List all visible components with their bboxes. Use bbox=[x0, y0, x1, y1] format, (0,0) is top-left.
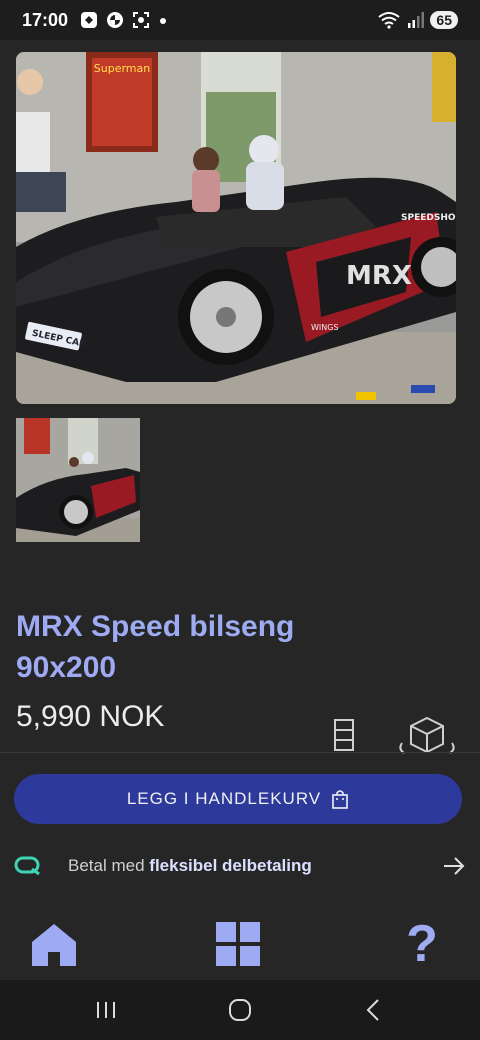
installment-label: Betal med fleksibel delbetaling bbox=[68, 856, 312, 876]
home-button-icon[interactable] bbox=[226, 996, 254, 1024]
3d-view-icon[interactable] bbox=[396, 715, 458, 757]
divider bbox=[0, 752, 480, 753]
car-sponsor-text: SPEEDSHOP bbox=[401, 213, 456, 223]
add-to-cart-button[interactable]: LEGG I HANDLEKURV bbox=[14, 774, 462, 824]
bereal-icon bbox=[81, 12, 98, 28]
car-bed-thumbnail bbox=[16, 418, 140, 542]
arrow-right-icon bbox=[444, 857, 465, 875]
car-logo-text: MRX bbox=[346, 261, 412, 291]
screenshot-icon bbox=[133, 12, 150, 28]
wifi-icon bbox=[378, 12, 401, 29]
stack-icon[interactable] bbox=[333, 718, 357, 752]
bottom-tab-bar: ? bbox=[0, 904, 480, 980]
add-to-cart-label: LEGG I HANDLEKURV bbox=[126, 789, 322, 808]
car-bed-illustration: Superman MRX SPEEDSHOP WINGS SLEEP CAR bbox=[16, 52, 456, 404]
installment-link[interactable]: Betal med fleksibel delbetaling bbox=[14, 846, 466, 886]
status-time: 17:00 bbox=[22, 9, 69, 30]
back-icon[interactable] bbox=[360, 996, 388, 1024]
bmw-icon bbox=[107, 12, 124, 28]
signal-icon bbox=[408, 12, 425, 28]
installment-bold: fleksibel delbetaling bbox=[149, 856, 312, 875]
product-main-image[interactable]: Superman MRX SPEEDSHOP WINGS SLEEP CAR bbox=[16, 52, 456, 404]
recent-apps-icon[interactable] bbox=[92, 996, 120, 1024]
poster-title: Superman bbox=[94, 62, 150, 75]
installment-prefix: Betal med bbox=[68, 856, 145, 875]
status-icons bbox=[80, 11, 168, 29]
car-wings-text: WINGS bbox=[311, 323, 339, 332]
tab-home[interactable] bbox=[30, 920, 78, 968]
product-title: MRX Speed bilseng 90x200 bbox=[16, 610, 295, 684]
battery-indicator: 65 bbox=[430, 11, 458, 29]
shopping-bag-icon bbox=[332, 790, 348, 809]
product-thumbnail[interactable] bbox=[16, 418, 140, 542]
system-nav-bar bbox=[0, 980, 480, 1040]
installment-brand-icon bbox=[14, 856, 40, 876]
product-price: 5,990 NOK bbox=[16, 700, 165, 733]
question-icon[interactable]: ? bbox=[398, 918, 446, 970]
tab-categories[interactable] bbox=[214, 920, 262, 968]
status-bar: 17:00 65 bbox=[0, 0, 480, 40]
dot-icon bbox=[160, 18, 167, 24]
grid-icon bbox=[216, 922, 260, 966]
home-icon bbox=[32, 924, 76, 966]
